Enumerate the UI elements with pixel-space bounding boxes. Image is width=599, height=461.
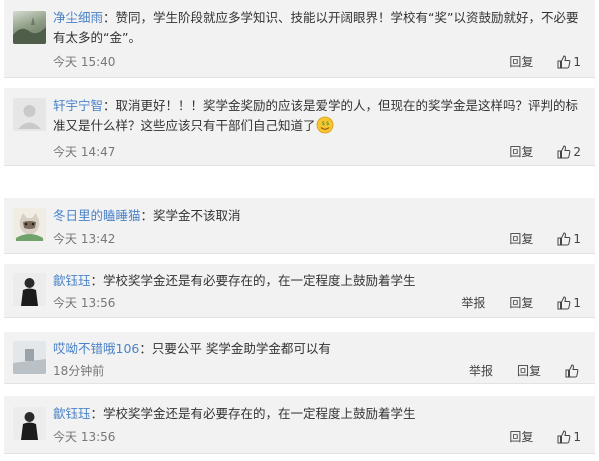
svg-text:$: $ [321,121,325,127]
separator: ： [90,406,104,421]
comment-content: 哎呦不错哦106：只要公平 奖学金助学金都可以有 [53,339,581,359]
like-button[interactable]: 1 [557,231,581,247]
person-avatar-icon [13,273,46,306]
separator: ： [103,10,116,25]
landscape-avatar-icon [13,17,46,44]
avatar[interactable] [13,273,46,306]
comment-text: 赞同，学生阶段就应多学知识、技能以开阔眼界！学校有“奖”以资鼓励就好，不必要有太… [53,10,579,45]
comment-content: 冬日里的瞌睡猫：奖学金不该取消 [53,206,581,226]
thumbs-up-icon [565,364,579,378]
report-button[interactable]: 举报 [461,295,485,311]
thumbs-up-icon [557,55,571,69]
username-link[interactable]: 歙钰珏 [53,273,91,288]
separator: ： [90,273,104,288]
reply-button[interactable]: 回复 [517,363,541,379]
timestamp: 今天 15:40 [53,55,116,69]
comment-content: 歙钰珏：学校奖学金还是有必要存在的，在一定程度上鼓励着学生 [53,404,581,424]
comment-actions: 回复 1 [509,429,581,445]
like-count: 1 [573,430,581,444]
username-link[interactable]: 冬日里的瞌睡猫 [53,208,141,223]
username-link[interactable]: 净尘细雨 [53,10,103,25]
comment-content: 轩宇宁智：取消更好！！！奖学金奖励的应该是爱学的人，但现在的奖学金是这样吗？评判… [53,96,581,136]
thumbs-up-icon [557,232,571,246]
report-button[interactable]: 举报 [469,363,493,379]
comment-text: 学校奖学金还是有必要存在的，在一定程度上鼓励着学生 [103,273,416,288]
avatar[interactable] [13,208,46,241]
username-link[interactable]: 轩宇宁智 [53,98,103,113]
comment-text: 奖学金不该取消 [153,208,241,223]
svg-text:$: $ [326,121,330,127]
comment-actions: 举报 回复 [469,363,581,379]
like-button[interactable]: 1 [557,54,581,70]
username-link[interactable]: 歙钰珏 [53,406,91,421]
separator: ： [139,341,152,356]
like-button[interactable]: 2 [557,144,581,160]
avatar[interactable] [13,407,46,440]
reply-button[interactable]: 回复 [509,429,533,445]
comment-content: 净尘细雨：赞同，学生阶段就应多学知识、技能以开阔眼界！学校有“奖”以资鼓励就好，… [53,8,581,48]
comment-card: 歙钰珏：学校奖学金还是有必要存在的，在一定程度上鼓励着学生 今天 13:56 举… [4,264,595,318]
photo-avatar-icon [13,341,46,374]
separator: ： [140,208,154,223]
comment-card: 净尘细雨：赞同，学生阶段就应多学知识、技能以开阔眼界！学校有“奖”以资鼓励就好，… [4,0,595,78]
comment-text: 学校奖学金还是有必要存在的，在一定程度上鼓励着学生 [103,406,416,421]
like-count: 1 [573,296,581,310]
reply-button[interactable]: 回复 [509,295,533,311]
comment-card: 冬日里的瞌睡猫：奖学金不该取消 今天 13:42 回复 1 [4,198,595,254]
comment-actions: 举报 回复 1 [461,295,581,311]
default-user-avatar-icon [13,98,46,131]
thumbs-up-icon [557,430,571,444]
timestamp: 今天 13:42 [53,232,116,246]
like-button[interactable]: 1 [557,295,581,311]
reply-button[interactable]: 回复 [509,54,533,70]
comment-actions: 回复 1 [509,54,581,70]
username-link[interactable]: 哎呦不错哦106 [53,341,139,356]
money-face-emoji-icon: $ $ [316,116,333,134]
comment-content: 歙钰珏：学校奖学金还是有必要存在的，在一定程度上鼓励着学生 [53,271,581,291]
comment-card: 轩宇宁智：取消更好！！！奖学金奖励的应该是爱学的人，但现在的奖学金是这样吗？评判… [4,88,595,166]
comment-card: 歙钰珏：学校奖学金还是有必要存在的，在一定程度上鼓励着学生 今天 13:56 回… [4,396,595,454]
avatar[interactable] [13,98,46,131]
thumbs-up-icon [557,296,571,310]
like-count: 2 [573,145,581,159]
avatar[interactable] [13,341,46,374]
timestamp: 今天 13:56 [53,430,116,444]
comment-text: 只要公平 奖学金助学金都可以有 [151,341,331,356]
thumbs-up-icon [557,145,571,159]
cat-avatar-icon [13,208,46,241]
like-button[interactable] [565,364,581,378]
person-avatar-icon [13,407,46,440]
like-count: 1 [573,55,581,69]
like-button[interactable]: 1 [557,429,581,445]
avatar[interactable] [13,11,46,44]
timestamp: 今天 13:56 [53,296,116,310]
timestamp: 18分钟前 [53,364,105,378]
timestamp: 今天 14:47 [53,145,116,159]
reply-button[interactable]: 回复 [509,144,533,160]
comment-actions: 回复 1 [509,231,581,247]
comment-actions: 回复 2 [509,144,581,160]
separator: ： [103,98,116,113]
comment-card: 哎呦不错哦106：只要公平 奖学金助学金都可以有 18分钟前 举报 回复 [4,332,595,384]
like-count: 1 [573,232,581,246]
reply-button[interactable]: 回复 [509,231,533,247]
